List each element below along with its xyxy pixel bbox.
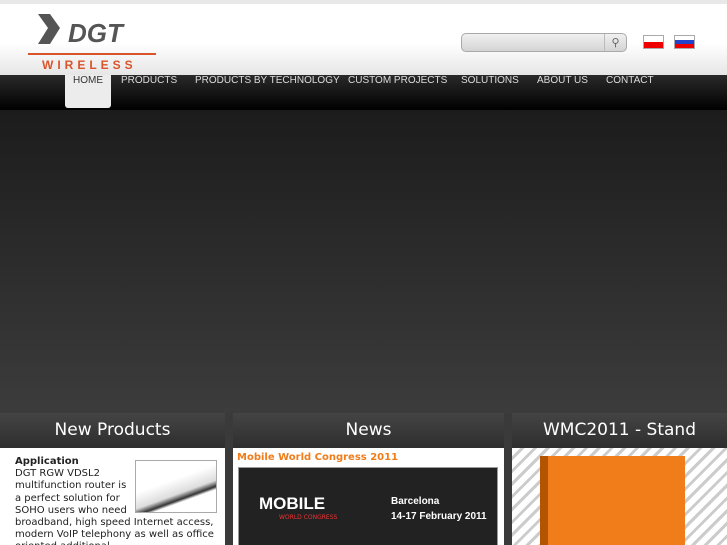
stand-image[interactable] <box>540 456 685 545</box>
product-heading[interactable]: Application <box>15 456 79 467</box>
logo-text: DGT <box>68 18 123 48</box>
nav-custom-projects[interactable]: CUSTOM PROJECTS <box>348 75 447 108</box>
banner-city: Barcelona <box>391 496 440 507</box>
logo-bird-icon <box>38 14 60 44</box>
news-panel: News Mobile World Congress 2011 MOBILE W… <box>233 413 504 545</box>
panel-title: New Products <box>0 413 225 448</box>
panel-title: WMC2011 - Stand <box>512 413 727 448</box>
new-products-panel: New Products Application DGT RGW VDSL2 m… <box>0 413 225 545</box>
nav-solutions[interactable]: SOLUTIONS <box>461 75 519 108</box>
logo[interactable]: DGT WIRELESS <box>28 10 158 72</box>
nav-contact[interactable]: CONTACT <box>606 75 654 108</box>
nav-about-us[interactable]: ABOUT US <box>537 75 588 108</box>
panel-title: News <box>233 413 504 448</box>
nav-products-by-technology[interactable]: PRODUCTS BY TECHNOLOGY <box>195 75 340 108</box>
flag-russian[interactable] <box>674 35 695 49</box>
nav-home[interactable]: HOME <box>65 75 111 108</box>
nav-products[interactable]: PRODUCTS <box>121 75 177 108</box>
banner-sub: WORLD CONGRESS <box>279 514 338 521</box>
hero-banner <box>0 110 727 413</box>
banner-dates: 14-17 February 2011 <box>391 511 487 522</box>
logo-subtext: WIRELESS <box>42 58 137 72</box>
news-banner-image[interactable]: MOBILE WORLD CONGRESS Barcelona 14-17 Feb… <box>238 467 498 545</box>
banner-brand: MOBILE <box>259 494 326 513</box>
stand-panel: WMC2011 - Stand <box>512 413 727 545</box>
flag-polish[interactable] <box>643 35 664 49</box>
main-nav: HOME PRODUCTS PRODUCTS BY TECHNOLOGY CUS… <box>0 75 727 110</box>
router-image[interactable] <box>135 460 217 513</box>
search-box: ⚲ <box>461 33 627 53</box>
logo-divider <box>28 53 156 55</box>
search-input[interactable] <box>462 36 602 53</box>
search-icon[interactable]: ⚲ <box>604 34 626 51</box>
news-item-link[interactable]: Mobile World Congress 2011 <box>233 448 504 467</box>
header: DGT WIRELESS ⚲ <box>0 4 727 75</box>
